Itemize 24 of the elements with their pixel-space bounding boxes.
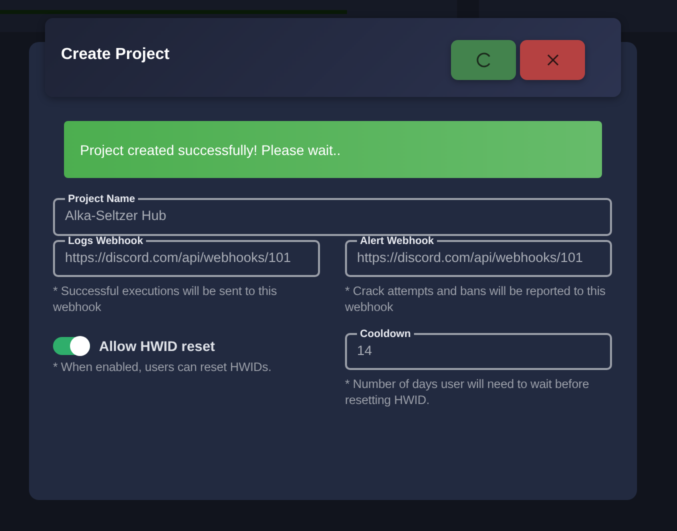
input-field[interactable]: Alka-Seltzer Hub <box>65 208 600 223</box>
input-field[interactable]: https://discord.com/api/webhooks/101 <box>65 250 308 265</box>
loading-spinner-icon <box>476 52 492 68</box>
field-label: Project Name <box>67 194 136 204</box>
helper-text: * Successful executions will be sent to this webhook <box>53 283 278 315</box>
input-field[interactable]: Cooldown 14 <box>345 329 612 370</box>
toggle-switch[interactable] <box>53 337 90 355</box>
input-field[interactable]: 14 <box>357 343 600 358</box>
field-label: Alert Webhook <box>359 236 435 246</box>
success-alert: Project created successfully! Please wait.. <box>64 121 602 178</box>
input-field[interactable]: Alert Webhook https://discord.com/api/webhooks/101 <box>345 236 612 277</box>
input-field[interactable]: https://discord.com/api/webhooks/101 <box>357 250 600 265</box>
toggle-label: Allow HWID reset <box>99 338 215 354</box>
field-label: Cooldown <box>359 329 412 339</box>
dialog-title: Create Project <box>61 46 170 64</box>
close-icon <box>546 54 558 66</box>
loading-button[interactable] <box>451 40 516 80</box>
input-field[interactable]: Logs Webhook https://discord.com/api/webhooks/101 <box>53 236 320 277</box>
helper-text: * When enabled, users can reset HWIDs. <box>53 359 272 375</box>
helper-text: * Number of days user will need to wait before resetting HWID. <box>345 376 590 408</box>
input-field[interactable]: Project Name Alka-Seltzer Hub <box>53 194 612 236</box>
helper-text: * Crack attempts and bans will be reported to this webhook <box>345 283 607 315</box>
close-button[interactable] <box>520 40 585 80</box>
field-label: Logs Webhook <box>67 236 144 246</box>
